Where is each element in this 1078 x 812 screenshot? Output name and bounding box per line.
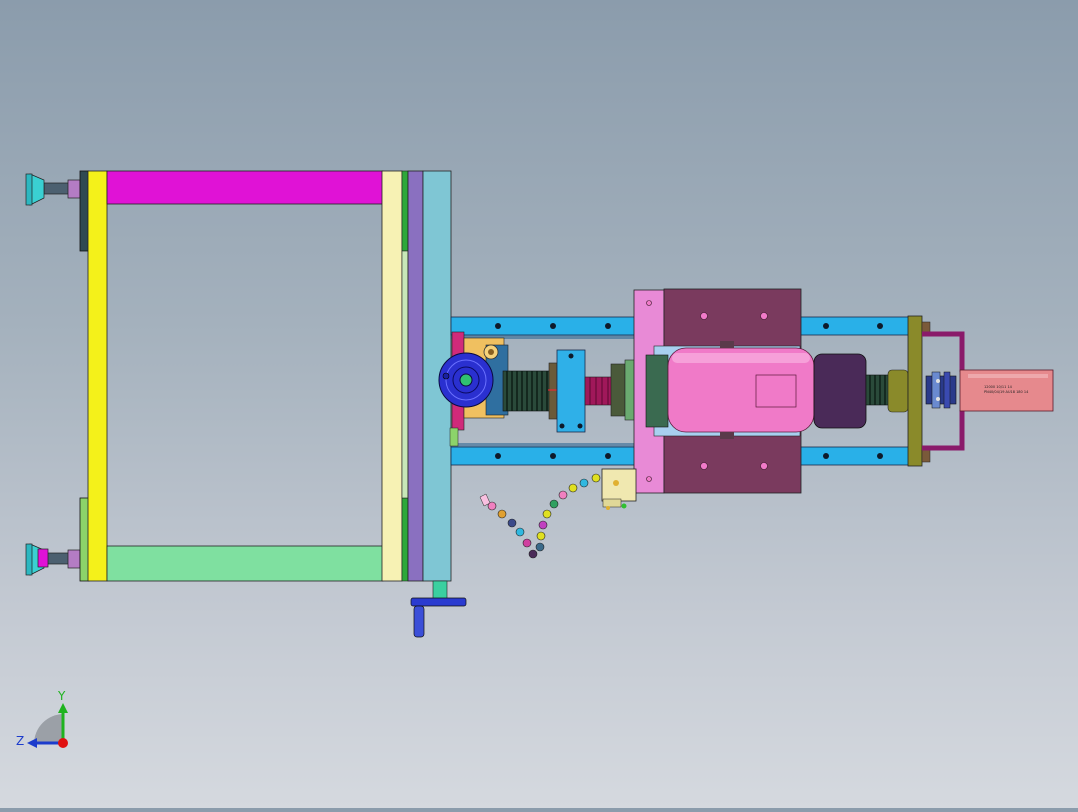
y-axis-label: Y [57, 689, 66, 703]
z-axis-label: Z [16, 734, 24, 748]
assembly-drawing: 12000 10/11 14 PN40/04/19 AU18 180 14 Y … [16, 170, 1054, 748]
cad-viewport[interactable]: 12000 10/11 14 PN40/04/19 AU18 180 14 Y … [0, 0, 1078, 808]
nameplate-line-2: PN40/04/19 AU18 180 14 [984, 390, 1029, 394]
nameplate-block: 12000 10/11 14 PN40/04/19 AU18 180 14 [959, 369, 1054, 412]
axis-triad: Y Z [16, 689, 68, 748]
frame-top-beam [106, 170, 384, 205]
valve-box [601, 468, 637, 502]
nameplate-line-1: 12000 10/11 14 [984, 385, 1013, 389]
bearing-block [556, 349, 586, 433]
rail-top-right [799, 316, 911, 336]
coupling [584, 359, 636, 421]
y-axis-arrow [58, 703, 68, 713]
frame-left-post [87, 170, 108, 582]
slide-plate [407, 170, 424, 582]
motor-end-cap [813, 353, 867, 429]
leveling-foot-bottom [25, 543, 81, 576]
tail-screw [865, 369, 909, 413]
coolant-hose [479, 468, 637, 559]
end-bracket [907, 315, 965, 467]
motor [645, 341, 867, 439]
frame-right-post [381, 170, 403, 582]
leveling-foot-top [25, 173, 81, 206]
z-axis-arrow [27, 738, 37, 748]
frame-bottom-beam [106, 545, 384, 582]
rail-bottom-right [799, 446, 911, 466]
hand-wheel [410, 580, 467, 638]
machine-frame [25, 170, 452, 582]
x-axis-origin [58, 738, 68, 748]
